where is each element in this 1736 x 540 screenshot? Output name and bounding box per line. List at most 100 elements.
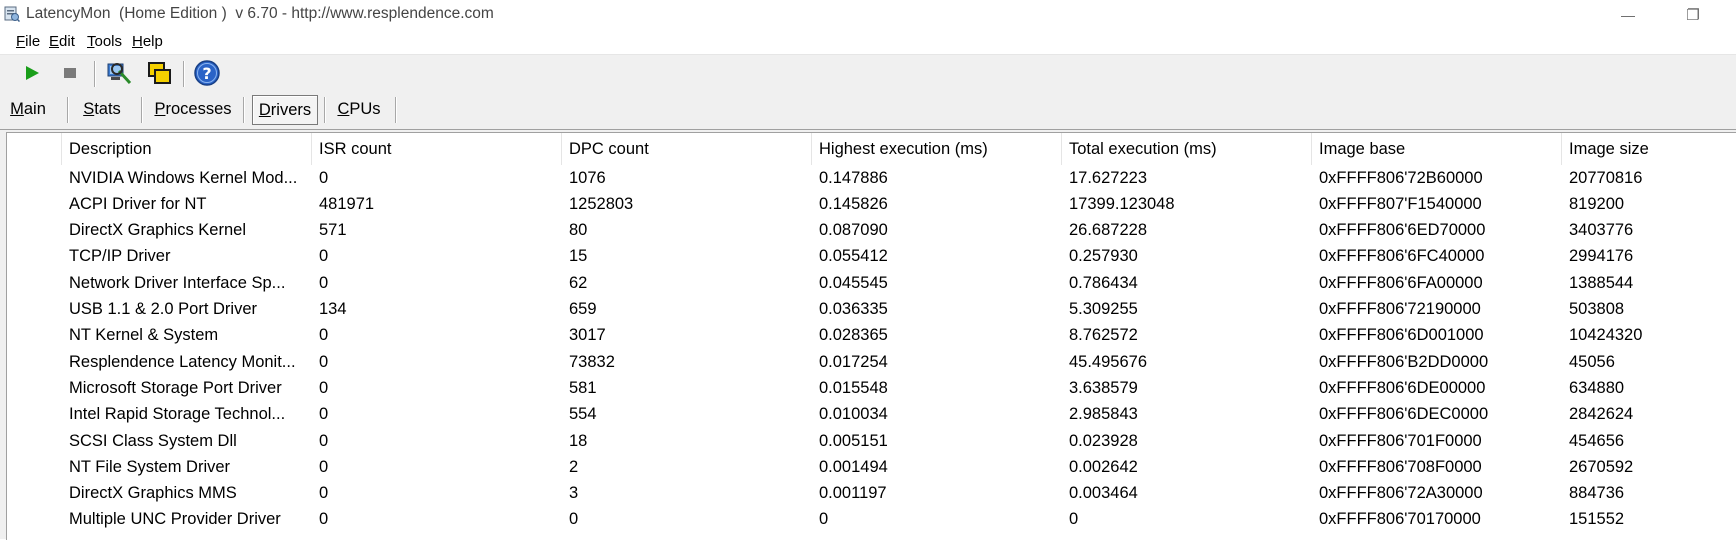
- cell-dpc-count: 3: [569, 484, 579, 503]
- cell-isr-count: 134: [319, 300, 347, 318]
- table-row[interactable]: Microsoft Storage Port Driver 0 581 0.01554…: [7, 375, 1736, 401]
- table-row[interactable]: TCP/IP Driver 0 15 0.055412 0.257930 0xFFFF80…: [7, 244, 1736, 270]
- cell-image-base: 0xFFFF806'B2DD0000: [1319, 352, 1489, 371]
- cell-dpc-count: 1076: [569, 168, 606, 187]
- cell-description: ACPI Driver for NT: [69, 194, 207, 213]
- table-row[interactable]: Network Driver Interface Sp... 0 62 0.04554…: [7, 270, 1736, 296]
- cell-isr-count: 0: [319, 273, 329, 292]
- cell-dpc-count: 659: [569, 300, 597, 318]
- tab-processes[interactable]: Processes: [148, 95, 238, 123]
- cell-image-size: 3403776: [1569, 221, 1634, 240]
- menu-edit[interactable]: Edit: [49, 33, 75, 50]
- cell-image-size: 503808: [1569, 300, 1625, 318]
- table-row[interactable]: Intel Rapid Storage Technol... 0 554 0.0100…: [7, 402, 1736, 428]
- header-dpc-count[interactable]: DPC count: [562, 133, 812, 165]
- menu-help[interactable]: Help: [132, 33, 163, 50]
- cell-total-execution: 8.762572: [1069, 326, 1138, 345]
- cell-dpc-count: 3017: [569, 326, 606, 345]
- cell-total-execution: 17.627223: [1069, 168, 1147, 187]
- tab-cpus[interactable]: C PUs: [331, 95, 387, 123]
- cell-total-execution: 0.023928: [1069, 431, 1138, 450]
- tab-stats[interactable]: Stats: [74, 95, 130, 123]
- window-title: LatencyMon (Home Edition ) v 6.70 - http…: [26, 5, 494, 22]
- cell-image-size: 2670592: [1569, 457, 1634, 476]
- header-image-size[interactable]: Image size: [1562, 133, 1736, 165]
- cell-image-base: 0xFFFF806'72190000: [1319, 300, 1481, 318]
- cell-highest-execution: 0.010034: [819, 405, 888, 424]
- cell-highest-execution: 0.145826: [819, 194, 888, 213]
- cell-image-base: 0xFFFF806'70170000: [1319, 510, 1481, 529]
- table-row[interactable]: DirectX Graphics Kernel 571 80 0.087090 26.6…: [7, 218, 1736, 244]
- start-button[interactable]: [17, 58, 47, 88]
- cell-isr-count: 0: [319, 352, 329, 371]
- table-row[interactable]: Multiple UNC Provider Driver 0 0 0 0 0xFFFF80…: [7, 507, 1736, 533]
- cell-highest-execution: 0: [819, 510, 829, 529]
- menu-tools[interactable]: Tools: [87, 33, 122, 50]
- cell-isr-count: 0: [319, 378, 329, 397]
- cell-total-execution: 3.638579: [1069, 378, 1138, 397]
- cell-description: TCP/IP Driver: [69, 247, 171, 266]
- cell-description: DirectX Graphics Kernel: [69, 221, 246, 240]
- header-isr-count[interactable]: ISR count: [312, 133, 562, 165]
- cell-highest-execution: 0.028365: [819, 326, 888, 345]
- cell-highest-execution: 0.045545: [819, 273, 888, 292]
- minimize-button[interactable]: —: [1600, 0, 1656, 29]
- table-row[interactable]: DirectX Graphics MMS 0 3 0.001197 0.003464 0x…: [7, 481, 1736, 507]
- cell-dpc-count: 18: [569, 431, 588, 450]
- cell-dpc-count: 80: [569, 221, 588, 240]
- cell-description: DirectX Graphics MMS: [69, 484, 237, 503]
- tab-separator: [324, 97, 326, 123]
- tab-separator: [141, 97, 143, 123]
- help-icon: ?: [194, 60, 220, 86]
- table-row[interactable]: NT Kernel & System 0 3017 0.028365 8.762572 0…: [7, 323, 1736, 349]
- cell-isr-count: 0: [319, 326, 329, 345]
- table-row[interactable]: Resplendence Latency Monit... 0 73832 0.017…: [7, 349, 1736, 375]
- cell-image-size: 2994176: [1569, 247, 1634, 266]
- restore-icon: ❐: [1686, 6, 1700, 24]
- title-bar: LatencyMon (Home Edition ) v 6.70 - http…: [0, 0, 1736, 29]
- windows-icon: [148, 62, 171, 84]
- table-row[interactable]: USB 1.1 & 2.0 Port Driver 134 659 0.036335 5…: [7, 297, 1736, 323]
- drivers-panel: Description ISR count DPC count Highest …: [0, 130, 1736, 540]
- help-button[interactable]: ?: [192, 58, 222, 88]
- cell-highest-execution: 0.017254: [819, 352, 888, 371]
- header-total-execution[interactable]: Total execution (ms): [1062, 133, 1312, 165]
- table-row[interactable]: NVIDIA Windows Kernel Mod... 0 1076 0.14788…: [7, 165, 1736, 191]
- cell-image-base: 0xFFFF806'701F0000: [1319, 431, 1482, 450]
- cell-total-execution: 26.687228: [1069, 221, 1147, 240]
- cell-isr-count: 481971: [319, 194, 375, 213]
- cell-total-execution: 0.786434: [1069, 273, 1138, 292]
- cell-image-base: 0xFFFF806'6FA00000: [1319, 273, 1483, 292]
- table-row[interactable]: ACPI Driver for NT 481971 1252803 0.145826 1…: [7, 191, 1736, 217]
- table-row[interactable]: NT File System Driver 0 2 0.001494 0.002642 0…: [7, 454, 1736, 480]
- analyze-button[interactable]: [104, 58, 134, 88]
- tab-main[interactable]: Main: [3, 95, 53, 123]
- cell-image-base: 0xFFFF806'708F0000: [1319, 457, 1482, 476]
- minimize-icon: —: [1621, 6, 1635, 23]
- cell-image-base: 0xFFFF806'6DE00000: [1319, 378, 1486, 397]
- cell-image-size: 45056: [1569, 352, 1615, 371]
- header-highest-execution[interactable]: Highest execution (ms): [812, 133, 1062, 165]
- cell-description: Intel Rapid Storage Technol...: [69, 405, 286, 424]
- cell-isr-count: 0: [319, 431, 329, 450]
- cell-total-execution: 0.257930: [1069, 247, 1138, 266]
- table-row[interactable]: SCSI Class System Dll 0 18 0.005151 0.023928…: [7, 428, 1736, 454]
- cell-description: Multiple UNC Provider Driver: [69, 510, 281, 529]
- cell-total-execution: 2.985843: [1069, 405, 1138, 424]
- header-description[interactable]: Description: [62, 133, 312, 165]
- tab-drivers[interactable]: Drivers: [252, 95, 318, 125]
- tab-bar: Main Stats Processes Drivers C PUs: [0, 91, 1736, 130]
- stop-button[interactable]: [55, 58, 85, 88]
- header-image-base[interactable]: Image base: [1312, 133, 1562, 165]
- toolbar: ?: [0, 55, 1736, 91]
- cell-dpc-count: 2: [569, 457, 579, 476]
- cell-image-size: 20770816: [1569, 168, 1643, 187]
- windows-button[interactable]: [144, 58, 174, 88]
- cell-dpc-count: 1252803: [569, 194, 634, 213]
- tab-separator: [395, 97, 397, 123]
- tab-separator: [67, 97, 69, 123]
- drivers-table[interactable]: Description ISR count DPC count Highest …: [6, 132, 1736, 540]
- menu-file[interactable]: File: [16, 33, 40, 50]
- restore-button[interactable]: ❐: [1665, 0, 1721, 29]
- cell-total-execution: 17399.123048: [1069, 194, 1175, 213]
